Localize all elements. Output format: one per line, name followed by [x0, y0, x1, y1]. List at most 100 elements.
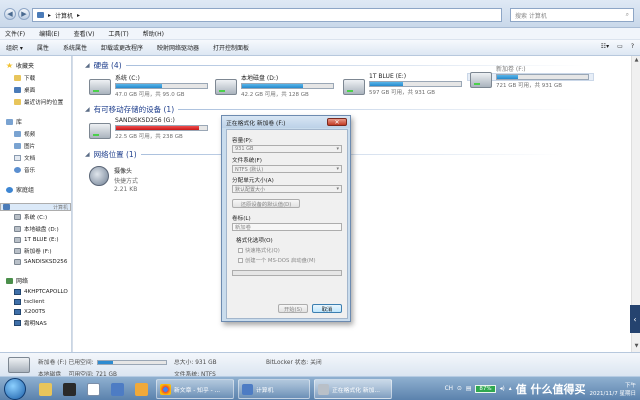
details-total: 931 GB: [195, 360, 217, 366]
document-icon: [14, 155, 21, 161]
menu-help[interactable]: 帮助(H): [143, 29, 164, 38]
drive-tile-e[interactable]: 1T BLUE (E:) 597 GB 可用，共 931 GB: [343, 73, 462, 96]
navigation-pane: 收藏夹 下载 桌面 最近访问的位置 库 视频 图片 文档 音乐 家庭组 计算机 …: [0, 56, 72, 352]
volume-icon[interactable]: ◂): [500, 386, 505, 392]
filesystem-select[interactable]: NTFS (默认) ▾: [232, 165, 342, 173]
ime-icon[interactable]: ⊙: [457, 386, 462, 392]
preview-pane-icon[interactable]: ▭: [617, 43, 623, 50]
content-pane: ◢ 硬盘 (4) 系统 (C:) 47.0 GB 可用，共 95.0 GB 本地磁…: [73, 56, 640, 352]
drive-name: SANDISKSD256 (G:): [115, 117, 175, 124]
forward-button[interactable]: ▶: [18, 8, 30, 20]
map-drive-button[interactable]: 映射网络驱动器: [157, 43, 199, 52]
chevron-right-icon: ▸: [48, 11, 52, 19]
section-removable[interactable]: ◢ 有可移动存储的设备 (1): [85, 104, 579, 115]
address-box[interactable]: ▸ 计算机 ▸: [32, 8, 502, 22]
nav-drive-g[interactable]: SANDISKSD256: [0, 257, 71, 267]
drive-name: 1T BLUE (E:): [369, 73, 407, 80]
nav-downloads[interactable]: 下载: [0, 72, 71, 84]
nav-videos[interactable]: 视频: [0, 128, 71, 140]
dialog-close-button[interactable]: ✕: [327, 118, 347, 126]
checkbox-icon: [238, 247, 243, 253]
pinned-app[interactable]: [130, 379, 152, 399]
drive-name: 本地磁盘 (D:): [241, 75, 279, 82]
nav-computer[interactable]: 计算机: [0, 203, 71, 211]
terminal-icon: [62, 382, 76, 396]
nav-homegroup[interactable]: 家庭组: [0, 182, 71, 196]
uninstall-button[interactable]: 卸载或更改程序: [101, 43, 143, 52]
nav-drive-d[interactable]: 本地磁盘 (D:): [0, 223, 71, 235]
search-input[interactable]: 搜索 计算机 ⌕: [510, 8, 634, 22]
collapse-icon: ◢: [85, 106, 90, 113]
capacity-select[interactable]: 931 GB ▾: [232, 145, 342, 153]
pc-icon: [14, 320, 21, 326]
menu-tools[interactable]: 工具(T): [108, 29, 128, 38]
network-location-camera[interactable]: 摄像头 快捷方式 2.21 KB: [89, 166, 138, 193]
nav-library[interactable]: 库: [0, 114, 71, 128]
back-button[interactable]: ◀: [4, 8, 16, 20]
nav-network[interactable]: 网络: [0, 273, 71, 287]
menu-view[interactable]: 查看(V): [74, 29, 95, 38]
chevron-down-icon: ▾: [336, 186, 339, 192]
drive-tile-c[interactable]: 系统 (C:) 47.0 GB 可用，共 95.0 GB: [89, 73, 208, 98]
msdos-startup-checkbox[interactable]: 创建一个 MS-DOS 启动盘(M): [232, 256, 342, 264]
taskbar-chrome[interactable]: 新文章 - 知乎 - ...: [156, 379, 234, 399]
cancel-button[interactable]: 取消: [312, 304, 342, 313]
drive-stat: 721 GB 可用，共 931 GB: [496, 83, 563, 89]
volume-label-input[interactable]: 新加卷: [232, 223, 342, 231]
side-panel-tab[interactable]: ‹: [630, 305, 640, 333]
menu-file[interactable]: 文件(F): [5, 29, 25, 38]
properties-button[interactable]: 属性: [37, 43, 49, 52]
start-format-button[interactable]: 开始(S): [278, 304, 308, 313]
pinned-app[interactable]: [58, 379, 80, 399]
menu-edit[interactable]: 编辑(E): [39, 29, 59, 38]
scroll-up-icon[interactable]: ▲: [633, 57, 640, 65]
address-path: 计算机: [55, 12, 74, 20]
nav-favorites[interactable]: 收藏夹: [0, 58, 71, 72]
picture-icon: [14, 143, 21, 149]
nav-music[interactable]: 音乐: [0, 164, 71, 176]
nav-network-item[interactable]: 霜明NAS: [0, 317, 71, 329]
drive-icon: [8, 357, 30, 373]
pinned-app[interactable]: [82, 379, 104, 399]
pinned-app[interactable]: [106, 379, 128, 399]
nav-network-item[interactable]: X200T5: [0, 307, 71, 317]
drive-tile-g[interactable]: SANDISKSD256 (G:) 22.5 GB 可用，共 238 GB: [89, 117, 208, 140]
details-usage-bar: [96, 360, 167, 365]
chevron-down-icon: ▾: [336, 146, 339, 152]
allocation-select[interactable]: 默认配置大小 ▾: [232, 185, 342, 193]
drive-tile-d[interactable]: 本地磁盘 (D:) 42.2 GB 可用，共 128 GB: [215, 73, 334, 98]
quick-format-checkbox[interactable]: 快速格式化(Q): [232, 246, 342, 254]
download-folder-icon: [14, 75, 21, 81]
drive-tile-f[interactable]: 新加卷 (F:) 721 GB 可用，共 931 GB: [467, 66, 594, 89]
system-properties-button[interactable]: 系统属性: [63, 43, 87, 52]
organize-button[interactable]: 组织 ▾: [6, 43, 23, 52]
view-options-icon[interactable]: ☷▾: [601, 43, 609, 50]
nav-network-item[interactable]: tsclient: [0, 297, 71, 307]
nav-network-item[interactable]: 4KHPTCAPOLLO: [0, 287, 71, 297]
battery-indicator[interactable]: 87%: [475, 385, 496, 393]
nav-pictures[interactable]: 图片: [0, 140, 71, 152]
desktop-icon: [14, 87, 21, 93]
nav-drive-f[interactable]: 新加卷 (F:): [0, 245, 71, 257]
nav-desktop[interactable]: 桌面: [0, 84, 71, 96]
show-hidden-icons[interactable]: ▴: [509, 386, 512, 392]
help-icon[interactable]: ?: [631, 43, 634, 50]
search-icon: ⌕: [625, 11, 629, 18]
taskbar-computer[interactable]: 计算机: [238, 379, 310, 399]
nav-documents[interactable]: 文档: [0, 152, 71, 164]
pinned-explorer[interactable]: [34, 379, 56, 399]
nav-recent[interactable]: 最近访问的位置: [0, 96, 71, 108]
taskbar-format[interactable]: 正在格式化 新加...: [314, 379, 392, 399]
control-panel-button[interactable]: 打开控制面板: [213, 43, 249, 52]
language-indicator[interactable]: CH: [445, 386, 453, 392]
nav-drive-c[interactable]: 系统 (C:): [0, 211, 71, 223]
clock[interactable]: 下午 2021/11/7 星期日: [590, 381, 636, 397]
nav-drive-e[interactable]: 1T BLUE (E:): [0, 235, 71, 245]
network-tray-icon[interactable]: ▤: [466, 386, 471, 392]
start-button[interactable]: [4, 378, 26, 400]
restore-defaults-button[interactable]: 还原设备的默认值(D): [232, 199, 300, 208]
drive-usage-bar: [496, 74, 589, 80]
webcam-icon: [89, 166, 109, 186]
scroll-down-icon[interactable]: ▼: [633, 343, 640, 351]
computer-icon: [110, 382, 124, 396]
